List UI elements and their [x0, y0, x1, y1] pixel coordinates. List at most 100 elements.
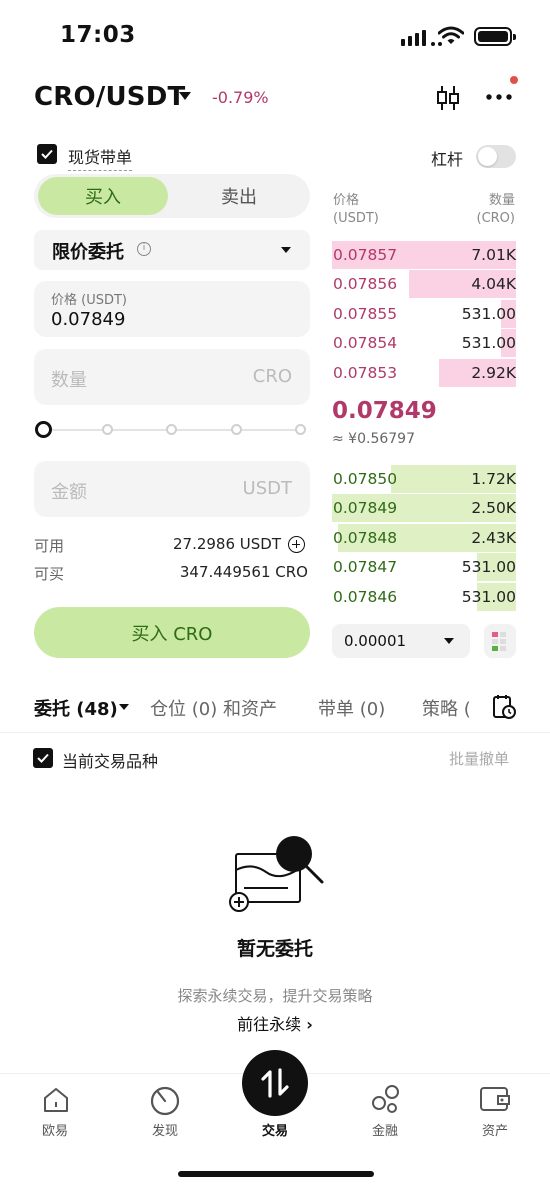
ob-price-unit: (USDT): [333, 211, 379, 226]
ask-qty: 7.01K: [471, 246, 516, 264]
battery-icon: [474, 27, 516, 46]
ask-price: 0.07857: [333, 246, 398, 264]
order-history-icon[interactable]: [491, 694, 517, 720]
bid-row[interactable]: 0.07850 1.72K: [332, 465, 516, 493]
slider-step-75[interactable]: [231, 424, 242, 435]
bid-row[interactable]: 0.07846 531.00: [332, 583, 516, 611]
price-change: -0.79%: [212, 88, 269, 107]
ask-qty: 4.04K: [471, 275, 516, 293]
discover-icon[interactable]: [148, 1083, 182, 1117]
percent-slider-handle[interactable]: [35, 421, 52, 438]
tab-strategy[interactable]: 策略 (: [422, 695, 471, 721]
ask-qty: 2.92K: [471, 364, 516, 382]
bid-qty: 2.43K: [471, 529, 516, 547]
tab-copy-orders[interactable]: 带单 (0): [318, 695, 385, 721]
batch-cancel-button[interactable]: 批量撤单: [449, 748, 509, 769]
bid-row[interactable]: 0.07847 531.00: [332, 553, 516, 581]
current-pair-checkbox[interactable]: [33, 748, 53, 768]
finance-icon[interactable]: [370, 1083, 402, 1115]
info-icon[interactable]: i: [137, 242, 151, 256]
available-label: 可用: [34, 537, 65, 555]
cellular-signal-icon: [401, 30, 442, 46]
amount-placeholder: 金额: [51, 482, 87, 503]
tick-size-caret-icon: [444, 638, 454, 644]
swap-arrows-icon: [261, 1068, 289, 1098]
tab-orders[interactable]: 委托 (48): [34, 695, 118, 721]
last-price[interactable]: 0.07849: [332, 398, 437, 424]
more-menu-icon[interactable]: [485, 92, 513, 102]
tabs-divider: [0, 732, 550, 733]
ask-row[interactable]: 0.07856 4.04K: [332, 270, 516, 298]
candlestick-chart-icon[interactable]: [434, 84, 462, 112]
spot-copy-checkbox[interactable]: [37, 144, 57, 164]
wallet-icon[interactable]: [478, 1083, 512, 1115]
buyable-value: 347.449561 CRO: [179, 563, 308, 581]
last-price-fiat: ≈ ¥0.56797: [332, 431, 415, 447]
ask-price: 0.07853: [333, 364, 398, 382]
checkmark-icon: [37, 753, 49, 763]
home-indicator[interactable]: [178, 1171, 374, 1177]
bid-price: 0.07850: [333, 470, 398, 488]
bid-qty: 531.00: [461, 588, 516, 606]
price-input-value[interactable]: 0.07849: [51, 309, 125, 330]
ob-qty-header: 数量: [488, 193, 515, 208]
nav-finance[interactable]: 金融: [345, 1120, 425, 1139]
buy-cro-button[interactable]: 买入 CRO: [34, 607, 310, 658]
ask-qty: 531.00: [461, 334, 516, 352]
checkmark-icon: [41, 149, 53, 159]
home-icon[interactable]: [41, 1085, 71, 1115]
bid-row[interactable]: 0.07848 2.43K: [332, 524, 516, 552]
pair-title[interactable]: CRO/USDT: [34, 82, 185, 112]
bid-qty: 1.72K: [471, 470, 516, 488]
price-input-label: 价格 (USDT): [51, 293, 127, 308]
nav-discover[interactable]: 发现: [125, 1120, 205, 1139]
empty-orders-illustration-icon: [229, 836, 324, 912]
bid-row[interactable]: 0.07849 2.50K: [332, 494, 516, 522]
bid-price: 0.07848: [333, 529, 398, 547]
amount-unit: USDT: [242, 478, 292, 499]
spot-copy-label[interactable]: 现货带单: [68, 144, 133, 171]
ask-qty: 531.00: [461, 305, 516, 323]
ask-row[interactable]: 0.07857 7.01K: [332, 241, 516, 269]
current-pair-label[interactable]: 当前交易品种: [62, 748, 158, 772]
wifi-icon: [438, 26, 464, 44]
buy-tab[interactable]: 买入: [38, 177, 168, 215]
order-type-caret-icon: [281, 247, 291, 253]
go-perpetual-link[interactable]: 前往永续 ›: [0, 1011, 550, 1035]
ask-price: 0.07854: [333, 334, 398, 352]
order-type-label: 限价委托: [52, 242, 124, 263]
go-perpetual-label: 前往永续: [237, 1015, 302, 1034]
available-value: 27.2986 USDT: [172, 535, 281, 553]
orders-caret-icon[interactable]: [119, 704, 129, 710]
ask-row[interactable]: 0.07854 531.00: [332, 329, 516, 357]
tab-positions[interactable]: 仓位 (0) 和资产: [150, 695, 277, 721]
bid-price: 0.07846: [333, 588, 398, 606]
tick-size-value: 0.00001: [344, 632, 407, 650]
ob-qty-unit: (CRO): [476, 211, 516, 226]
nav-assets[interactable]: 资产: [455, 1120, 535, 1139]
bid-qty: 531.00: [461, 558, 516, 576]
nav-home[interactable]: 欧易: [15, 1120, 95, 1139]
leverage-toggle[interactable]: [476, 145, 516, 168]
trade-button[interactable]: [242, 1050, 308, 1116]
nav-trade[interactable]: 交易: [235, 1120, 315, 1139]
toggle-knob: [478, 147, 497, 166]
pair-dropdown-icon[interactable]: [179, 92, 191, 100]
add-funds-icon[interactable]: [288, 536, 305, 553]
chevron-right-icon: ›: [306, 1015, 313, 1034]
bid-qty: 2.50K: [471, 499, 516, 517]
slider-step-100[interactable]: [295, 424, 306, 435]
ask-row[interactable]: 0.07853 2.92K: [332, 359, 516, 387]
slider-step-50[interactable]: [166, 424, 177, 435]
orderbook-layout-button[interactable]: [484, 624, 516, 658]
quantity-unit: CRO: [252, 366, 292, 387]
ob-price-header: 价格: [333, 193, 360, 208]
slider-step-25[interactable]: [102, 424, 113, 435]
quantity-placeholder: 数量: [51, 370, 87, 391]
bid-price: 0.07847: [333, 558, 398, 576]
sell-tab[interactable]: 卖出: [172, 177, 306, 215]
empty-state-subtitle: 探索永续交易，提升交易策略: [177, 987, 373, 1005]
ask-row[interactable]: 0.07855 531.00: [332, 300, 516, 328]
notification-dot: [510, 76, 518, 84]
buyable-label: 可买: [34, 565, 65, 583]
